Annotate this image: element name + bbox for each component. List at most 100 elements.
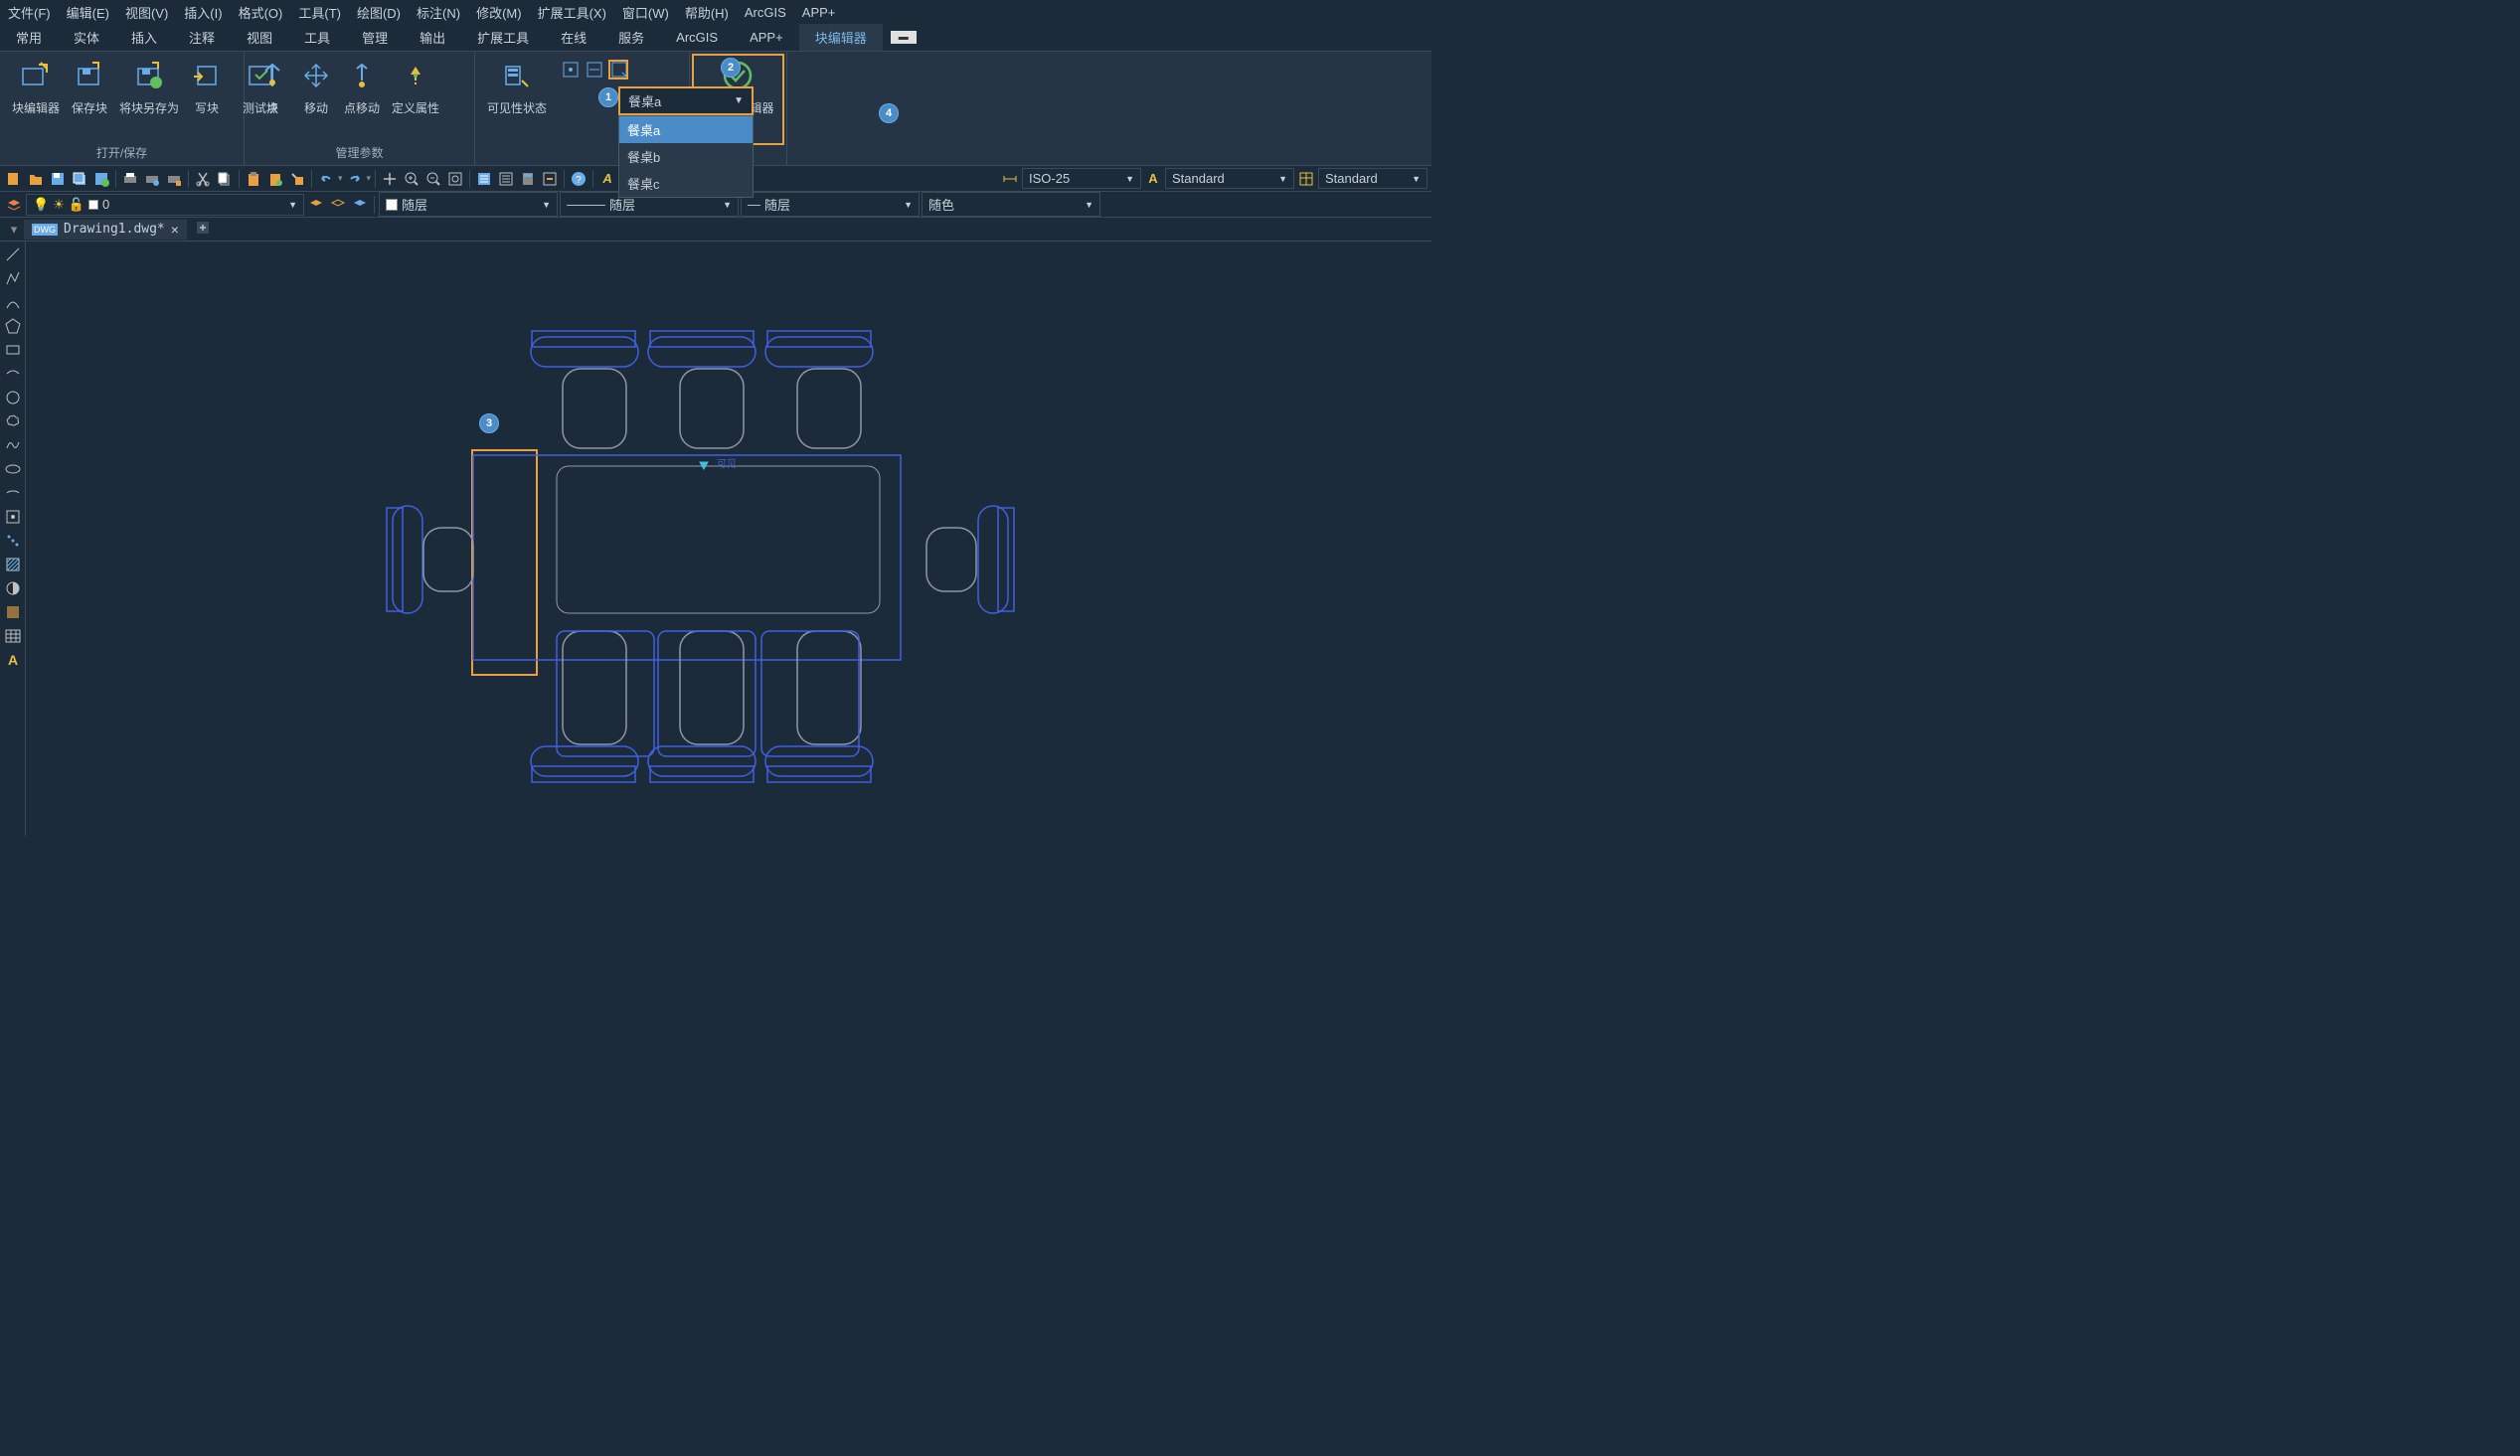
saveall-icon[interactable] [70, 169, 89, 189]
tab-manage[interactable]: 管理 [346, 24, 404, 51]
paste-special-icon[interactable] [265, 169, 285, 189]
pan-icon[interactable] [380, 169, 400, 189]
drawing-canvas[interactable]: 可见 [26, 242, 1431, 836]
visibility-tool3-icon[interactable] [608, 60, 628, 80]
revcloud-tool-icon[interactable] [2, 410, 24, 432]
gradient-tool-icon[interactable] [2, 577, 24, 599]
menu-insert[interactable]: 插入(I) [184, 3, 222, 22]
tab-appplus[interactable]: APP+ [734, 26, 799, 49]
tab-output[interactable]: 输出 [404, 24, 461, 51]
menu-dimension[interactable]: 标注(N) [417, 3, 460, 22]
spline-tool-icon[interactable] [2, 434, 24, 456]
zoom-out-icon[interactable] [423, 169, 443, 189]
menu-help[interactable]: 帮助(H) [685, 3, 729, 22]
menu-view[interactable]: 视图(V) [125, 3, 168, 22]
btn-move[interactable]: 移动 [294, 56, 338, 120]
btn-write-block[interactable]: 写块 [185, 56, 229, 120]
menu-extend[interactable]: 扩展工具(X) [538, 3, 606, 22]
visibility-tool1-icon[interactable] [561, 60, 581, 80]
saveas-icon[interactable] [91, 169, 111, 189]
cut-icon[interactable] [193, 169, 213, 189]
btn-visibility-state[interactable]: 可见性状态 [481, 56, 553, 120]
print-preview-icon[interactable] [142, 169, 162, 189]
menu-file[interactable]: 文件(F) [8, 3, 51, 22]
dim-style-dropdown[interactable]: ISO-25▼ [1022, 168, 1141, 189]
tab-blockeditor[interactable]: 块编辑器 [799, 24, 883, 51]
dropdown-selected[interactable]: 餐桌a ▼ [618, 86, 754, 115]
point-tool-icon[interactable] [2, 530, 24, 552]
new-icon[interactable] [4, 169, 24, 189]
print-multi-icon[interactable] [164, 169, 184, 189]
help-icon[interactable]: ? [569, 169, 588, 189]
btn-define-attr[interactable]: 定义属性 [386, 56, 445, 120]
tab-view[interactable]: 视图 [231, 24, 288, 51]
dropdown-item-c[interactable]: 餐桌c [619, 170, 753, 197]
color-dropdown[interactable]: 随层▼ [379, 192, 558, 217]
layer-iso-icon[interactable] [306, 195, 326, 215]
zoom-extents-icon[interactable] [445, 169, 465, 189]
dropdown-item-a[interactable]: 餐桌a [619, 116, 753, 143]
block-tool-icon[interactable] [2, 506, 24, 528]
close-tab-icon[interactable]: × [171, 222, 179, 238]
visibility-tool2-icon[interactable] [585, 60, 604, 80]
tab-menu-icon[interactable]: ▾ [4, 220, 24, 240]
table-tool-icon[interactable] [2, 625, 24, 647]
layer-uniso-icon[interactable] [328, 195, 348, 215]
tab-home[interactable]: 常用 [0, 24, 58, 51]
undo-icon[interactable] [316, 169, 336, 189]
btn-block-editor[interactable]: 块编辑器 [6, 56, 66, 120]
tab-insert[interactable]: 插入 [115, 24, 173, 51]
menu-draw[interactable]: 绘图(D) [357, 3, 401, 22]
menu-appplus[interactable]: APP+ [802, 5, 836, 20]
match-prop-icon[interactable] [287, 169, 307, 189]
save-icon[interactable] [48, 169, 68, 189]
arc-tool-icon[interactable] [2, 291, 24, 313]
circle-tool-icon[interactable] [2, 387, 24, 408]
text-style-dropdown[interactable]: Standard▼ [1165, 168, 1294, 189]
polyline-tool-icon[interactable] [2, 267, 24, 289]
print-icon[interactable] [120, 169, 140, 189]
properties-icon[interactable] [474, 169, 494, 189]
tab-service[interactable]: 服务 [602, 24, 660, 51]
tab-online[interactable]: 在线 [545, 24, 602, 51]
btn-save-block-as[interactable]: 将块另存为 [113, 56, 185, 120]
list-icon[interactable] [496, 169, 516, 189]
annotation-icon[interactable]: A [597, 169, 617, 189]
layer-prev-icon[interactable] [350, 195, 370, 215]
menu-arcgis[interactable]: ArcGIS [745, 5, 786, 20]
redo-icon[interactable] [345, 169, 365, 189]
line-tool-icon[interactable] [2, 243, 24, 265]
add-tab-icon[interactable] [195, 220, 211, 239]
tab-entity[interactable]: 实体 [58, 24, 115, 51]
rectangle-tool-icon[interactable] [2, 339, 24, 361]
menu-edit[interactable]: 编辑(E) [67, 3, 109, 22]
tab-tools[interactable]: 工具 [288, 24, 346, 51]
paste-icon[interactable] [244, 169, 263, 189]
polygon-tool-icon[interactable] [2, 315, 24, 337]
btn-save-block[interactable]: 保存块 [66, 56, 113, 120]
dropdown-item-b[interactable]: 餐桌b [619, 143, 753, 170]
open-icon[interactable] [26, 169, 46, 189]
ellipse-tool-icon[interactable] [2, 458, 24, 480]
hatch-tool-icon[interactable] [2, 554, 24, 575]
layer-props-icon[interactable] [4, 195, 24, 215]
ellipsearc-tool-icon[interactable] [2, 482, 24, 504]
copy-icon[interactable] [215, 169, 235, 189]
tab-arcgis[interactable]: ArcGIS [660, 26, 734, 49]
tab-annotate[interactable]: 注释 [173, 24, 231, 51]
layer-dropdown[interactable]: 💡 ☀ 🔓 0 ▼ [26, 194, 304, 216]
menu-modify[interactable]: 修改(M) [476, 3, 522, 22]
menu-window[interactable]: 窗口(W) [622, 3, 669, 22]
table-style-dropdown[interactable]: Standard▼ [1318, 168, 1428, 189]
zoom-in-icon[interactable] [402, 169, 421, 189]
plotstyle-dropdown[interactable]: 随色▼ [922, 192, 1100, 217]
btn-point[interactable]: 点 [251, 56, 294, 120]
calculator-icon[interactable] [518, 169, 538, 189]
menu-tools[interactable]: 工具(T) [298, 3, 341, 22]
ribbon-toggle-icon[interactable]: ▬ [891, 31, 917, 44]
arc3p-tool-icon[interactable] [2, 363, 24, 385]
document-tab[interactable]: DWG Drawing1.dwg* × [24, 220, 187, 240]
text-tool-icon[interactable]: A [2, 649, 24, 671]
region-tool-icon[interactable] [2, 601, 24, 623]
btn-point-move[interactable]: 点移动 [338, 56, 386, 120]
